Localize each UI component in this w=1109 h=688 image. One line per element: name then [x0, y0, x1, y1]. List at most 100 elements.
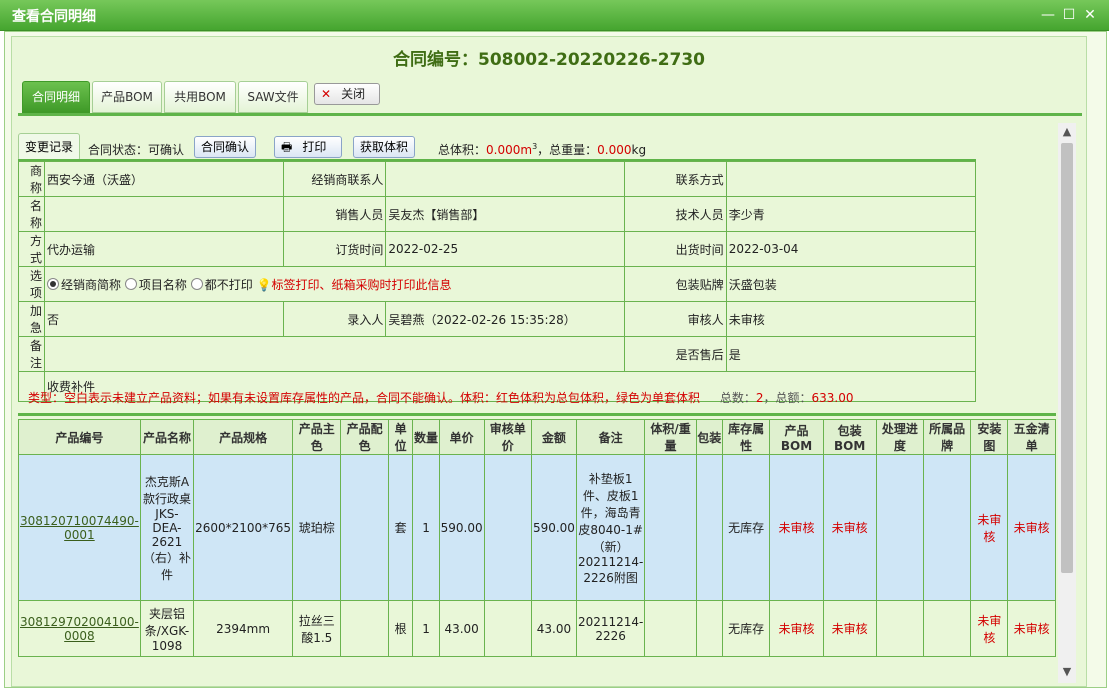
col-header[interactable]: 产品编号	[18, 419, 141, 455]
product-price: 590.00	[438, 454, 485, 601]
maximize-icon[interactable]: ☐	[1061, 7, 1077, 23]
product-bom-status[interactable]: 未审核	[769, 454, 824, 601]
col-header[interactable]: 产品BOM	[769, 419, 824, 455]
info-row: 选项 经销商简称 项目名称 都不打印 💡标签打印、纸箱采购时打印此信息 包装贴牌…	[18, 266, 977, 302]
product-amount: 43.00	[530, 600, 577, 657]
info-value	[44, 336, 625, 372]
window-title: 查看合同明细	[12, 9, 96, 25]
hardware-list-status[interactable]: 未审核	[1007, 454, 1056, 601]
print-button[interactable]: 🖶 打印	[274, 136, 342, 158]
confirm-contract-button[interactable]: 合同确认	[194, 136, 257, 158]
col-header[interactable]: 产品规格	[193, 419, 294, 455]
col-header[interactable]: 单价	[438, 419, 485, 455]
info-value: 西安今通（沃盛）	[44, 161, 285, 197]
scrollbar-thumb[interactable]	[1061, 143, 1073, 573]
product-brand	[923, 454, 972, 601]
total-value: 2	[755, 391, 764, 405]
col-header[interactable]: 所属品牌	[923, 419, 972, 455]
product-spec: 2600*2100*765	[193, 454, 294, 601]
minimize-icon[interactable]: —	[1040, 7, 1056, 23]
col-header[interactable]: 库存属性	[721, 419, 771, 455]
radio-icon	[190, 277, 203, 290]
get-volume-button[interactable]: 获取体积	[353, 136, 416, 158]
tab-saw-file[interactable]: SAW文件	[238, 81, 308, 113]
close-icon[interactable]: ✕	[1082, 7, 1098, 23]
window-titlebar: 查看合同明细 — ☐ ✕	[0, 0, 1109, 31]
col-header[interactable]: 备注	[575, 419, 646, 455]
radio-no-print[interactable]: 都不打印	[190, 277, 253, 292]
contract-toolbar: 变更记录 合同状态：可确认 合同确认 🖶 打印 获取体积 总体积：0.000m3，…	[18, 133, 1018, 161]
col-header[interactable]: 安装图	[970, 419, 1009, 455]
info-row: 名称 销售人员 吴友杰【销售部】 技术人员 李少青	[18, 196, 977, 232]
product-color: 琥珀棕	[292, 454, 342, 601]
info-value: 吴友杰【销售部】	[385, 196, 625, 232]
info-label: 商称	[18, 161, 46, 197]
radio-label: 项目名称	[138, 277, 187, 292]
info-label: 备注	[18, 336, 46, 372]
col-header[interactable]: 金额	[530, 419, 577, 455]
content-scroll-area[interactable]: 变更记录 合同状态：可确认 合同确认 🖶 打印 获取体积 总体积：0.000m3，…	[18, 123, 1056, 683]
tab-contract-detail[interactable]: 合同明细	[22, 81, 90, 113]
info-label: 审核人	[623, 301, 727, 337]
radio-label: 经销商简称	[61, 277, 122, 292]
pack-bom-status[interactable]: 未审核	[822, 454, 877, 601]
table-row[interactable]: 308120710074490-0001 杰克斯A款行政桌JKS-DEA-262…	[18, 454, 1056, 601]
table-row[interactable]: 308129702004100-0008 夹层铝条/XGK-1098 2394m…	[18, 600, 1056, 657]
scroll-down-icon[interactable]: ▼	[1058, 665, 1076, 681]
product-qty: 1	[412, 600, 440, 657]
product-volume	[644, 454, 697, 601]
col-header[interactable]: 体积/重量	[644, 419, 697, 455]
install-drawing-status[interactable]: 未审核	[970, 454, 1009, 601]
divider	[18, 113, 1082, 116]
col-header[interactable]: 产品名称	[139, 419, 195, 455]
tab-shared-bom[interactable]: 共用BOM	[164, 81, 236, 113]
change-log-tab[interactable]: 变更记录	[18, 133, 81, 161]
product-approved-price	[483, 454, 532, 601]
info-label: 技术人员	[623, 196, 727, 232]
product-stock: 无库存	[721, 454, 771, 601]
print-hint: 标签打印、纸箱采购时打印此信息	[271, 277, 452, 292]
product-amount: 590.00	[530, 454, 577, 601]
info-value: 2022-02-25	[385, 231, 625, 267]
volume-label: 总体积：	[438, 143, 487, 157]
info-value	[725, 161, 977, 197]
product-pack	[695, 600, 723, 657]
col-header[interactable]: 包装	[695, 419, 723, 455]
scroll-up-icon[interactable]: ▲	[1058, 125, 1076, 141]
info-row: 商称 西安今通（沃盛） 经销商联系人 联系方式	[18, 161, 977, 197]
product-code-link[interactable]: 308120710074490-0001	[18, 454, 141, 601]
info-label: 方式	[18, 231, 46, 267]
col-header[interactable]: 数量	[412, 419, 440, 455]
install-drawing-status[interactable]: 未审核	[970, 600, 1009, 657]
contract-info-table: 商称 西安今通（沃盛） 经销商联系人 联系方式 名称 销售人员 吴友杰【销售部】 技…	[18, 161, 977, 402]
pack-bom-status[interactable]: 未审核	[822, 600, 877, 657]
tab-product-bom[interactable]: 产品BOM	[92, 81, 162, 113]
total-label: 总数：	[719, 391, 756, 405]
col-header[interactable]: 包装BOM	[822, 419, 877, 455]
col-header[interactable]: 产品配色	[340, 419, 389, 455]
info-value: 沃盛包装	[725, 266, 977, 302]
col-header[interactable]: 审核单价	[483, 419, 532, 455]
product-grid: 产品编号 产品名称 产品规格 产品主色 产品配色 单位 数量 单价 审核单价 金…	[18, 419, 1056, 657]
radio-project-name[interactable]: 项目名称	[124, 277, 187, 292]
product-unit: 套	[387, 454, 414, 601]
sum-value: 633.00	[811, 391, 854, 405]
status-label: 合同状态：	[88, 143, 149, 157]
close-x-icon: ✕	[321, 87, 332, 101]
contract-status: 合同状态：可确认	[88, 141, 184, 158]
col-header[interactable]: 五金清单	[1007, 419, 1056, 455]
product-remark: 补垫板1件、皮板1件，海岛青皮8040-1#（新）20211214-2226附图	[575, 454, 646, 601]
product-pack	[695, 454, 723, 601]
close-button[interactable]: ✕ 关闭	[314, 83, 380, 105]
product-name: 夹层铝条/XGK-1098	[139, 600, 195, 657]
col-header[interactable]: 单位	[387, 419, 414, 455]
hardware-list-status[interactable]: 未审核	[1007, 600, 1056, 657]
product-code-link[interactable]: 308129702004100-0008	[18, 600, 141, 657]
product-bom-status[interactable]: 未审核	[769, 600, 824, 657]
col-header[interactable]: 处理进度	[875, 419, 925, 455]
print-option-cell: 经销商简称 项目名称 都不打印 💡标签打印、纸箱采购时打印此信息	[44, 266, 625, 302]
vertical-scrollbar[interactable]: ▲ ▼	[1058, 123, 1076, 683]
col-header[interactable]: 产品主色	[292, 419, 342, 455]
radio-dealer-abbrev[interactable]: 经销商简称	[47, 277, 122, 292]
type-note: 类型：空白表示未建立产品资料；如果有未设置库存属性的产品，合同不能确认。体积：红…	[28, 389, 854, 406]
